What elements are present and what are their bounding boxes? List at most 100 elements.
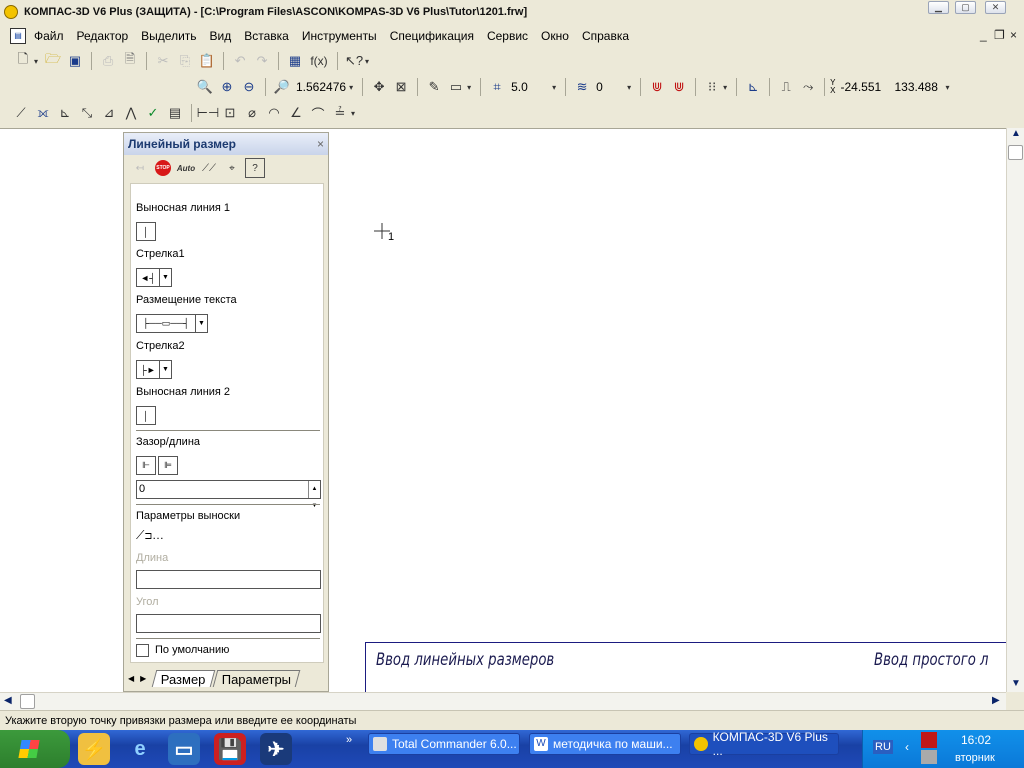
zoom-icon[interactable]: 🔍 bbox=[195, 77, 215, 97]
help-pointer-icon[interactable]: ↖? bbox=[344, 51, 364, 71]
style-dropdown-icon[interactable]: ▾ bbox=[467, 83, 471, 92]
ortho-icon[interactable]: ⎍ bbox=[776, 77, 796, 97]
grid-dropdown-icon[interactable]: ▾ bbox=[723, 83, 727, 92]
quicklaunch-more-icon[interactable]: » bbox=[346, 734, 352, 746]
vertical-scroll-thumb[interactable] bbox=[1008, 145, 1023, 160]
angle-input[interactable] bbox=[136, 614, 321, 633]
task-total-commander[interactable]: Total Commander 6.0... bbox=[368, 733, 520, 755]
diameter-dim-icon[interactable]: ⌀ bbox=[242, 103, 262, 123]
scroll-up-icon[interactable]: ▲ bbox=[1011, 128, 1021, 139]
calculator-icon[interactable]: ▦ bbox=[285, 51, 305, 71]
doc-restore-icon[interactable]: ❐ bbox=[994, 28, 1005, 42]
auto-create-icon[interactable]: Auto bbox=[176, 158, 196, 178]
floppy-save-icon[interactable]: 💾 bbox=[214, 733, 246, 765]
cut-icon[interactable]: ✂ bbox=[153, 51, 173, 71]
kaspersky-icon[interactable] bbox=[921, 732, 937, 748]
gap-spinner[interactable]: ▲ ▼ bbox=[308, 481, 320, 509]
stop-command-icon[interactable]: STOP bbox=[153, 158, 173, 178]
desktop-icon[interactable]: ▭ bbox=[168, 733, 200, 765]
layers-icon[interactable]: ≋ bbox=[572, 77, 592, 97]
close-icon[interactable]: ✕ bbox=[985, 1, 1006, 14]
measure-icon[interactable]: ⋀ bbox=[121, 103, 141, 123]
panel-close-icon[interactable]: × bbox=[317, 137, 324, 151]
menu-insert[interactable]: Вставка bbox=[244, 29, 289, 43]
print-icon[interactable]: ⎙ bbox=[98, 51, 118, 71]
menu-editor[interactable]: Редактор bbox=[77, 29, 129, 43]
length-input[interactable] bbox=[136, 570, 321, 589]
grid-step-icon[interactable]: ⌗ bbox=[487, 77, 507, 97]
layer-combo[interactable]: 0 bbox=[593, 78, 627, 96]
copy-icon[interactable]: ⎘ bbox=[175, 51, 195, 71]
length-mode-button[interactable]: ⊫ bbox=[158, 456, 178, 475]
linear-dim-icon[interactable]: ⊢⊣ bbox=[197, 103, 220, 123]
step-combo[interactable]: 5.0 bbox=[508, 78, 552, 96]
arrow2-dropdown-icon[interactable]: ▼ bbox=[159, 361, 171, 378]
help-dropdown-icon[interactable]: ▾ bbox=[365, 57, 369, 66]
tab-next-icon[interactable]: ▶ bbox=[140, 674, 146, 683]
scroll-right-icon[interactable]: ▶ bbox=[992, 695, 1000, 706]
text-placement-select[interactable]: ├──▭──┤ ▼ bbox=[136, 314, 208, 333]
panel-help-icon[interactable]: ? bbox=[245, 158, 265, 178]
menu-help[interactable]: Справка bbox=[582, 29, 629, 43]
menu-tools[interactable]: Инструменты bbox=[302, 29, 377, 43]
layer-dropdown-icon[interactable]: ▾ bbox=[627, 83, 631, 92]
new-dropdown-icon[interactable]: ▾ bbox=[34, 57, 38, 66]
spec-icon[interactable]: ▤ bbox=[165, 103, 185, 123]
coord-dropdown-icon[interactable]: ▾ bbox=[945, 83, 949, 92]
doc-close-icon[interactable]: × bbox=[1010, 28, 1017, 42]
internet-explorer-icon[interactable]: e bbox=[124, 733, 156, 765]
horizontal-scrollbar[interactable]: ◀ ▶ bbox=[0, 692, 1006, 710]
dim-text-icon[interactable]: ⟋⟋ bbox=[199, 158, 219, 178]
menu-specification[interactable]: Спецификация bbox=[390, 29, 474, 43]
zoom-in-icon[interactable]: ⊕ bbox=[217, 77, 237, 97]
tray-expand-icon[interactable]: ‹ bbox=[905, 740, 909, 754]
arrow2-select[interactable]: ├► ▼ bbox=[136, 360, 172, 379]
local-cs-icon[interactable]: ⊾ bbox=[743, 77, 763, 97]
pan-icon[interactable]: ✥ bbox=[369, 77, 389, 97]
dimensions-icon[interactable]: ⊾ bbox=[55, 103, 75, 123]
tab-dimension[interactable]: Размер bbox=[152, 669, 216, 687]
print-preview-icon[interactable]: 🗎 bbox=[120, 51, 140, 71]
task-kompas[interactable]: КОМПАС-3D V6 Plus ... bbox=[689, 730, 839, 758]
previous-object-icon[interactable]: ↤ bbox=[130, 158, 150, 178]
arrow1-dropdown-icon[interactable]: ▼ bbox=[159, 269, 171, 286]
scroll-left-icon[interactable]: ◀ bbox=[4, 695, 12, 706]
radial-dim-icon[interactable]: ◠ bbox=[264, 103, 284, 123]
select-icon[interactable]: ✓ bbox=[143, 103, 163, 123]
coord-x-field[interactable]: -24.551 bbox=[837, 78, 891, 96]
menu-view[interactable]: Вид bbox=[210, 29, 232, 43]
edit-icon[interactable]: ⤡ bbox=[77, 103, 97, 123]
height-dim-icon[interactable]: ≟ bbox=[330, 103, 350, 123]
open-folder-icon[interactable]: 🗁 bbox=[43, 51, 63, 71]
vertical-scrollbar[interactable]: ▲ ▼ bbox=[1006, 128, 1024, 692]
doc-minimize-icon[interactable]: _ bbox=[980, 28, 987, 42]
show-all-icon[interactable]: ⊠ bbox=[391, 77, 411, 97]
leader-shelf-icon[interactable]: ⟋⊐… bbox=[136, 528, 164, 543]
default-checkbox[interactable] bbox=[136, 644, 149, 657]
redo-icon[interactable]: ↷ bbox=[252, 51, 272, 71]
tab-prev-icon[interactable]: ◀ bbox=[128, 674, 134, 683]
zoom-scale-icon[interactable]: 🔎 bbox=[272, 77, 292, 97]
arrow1-select[interactable]: ◄┤ ▼ bbox=[136, 268, 172, 287]
network-icon[interactable] bbox=[921, 750, 937, 764]
line-style-icon[interactable]: ▭ bbox=[446, 77, 466, 97]
grid-icon[interactable]: ⁝⁝ bbox=[702, 77, 722, 97]
language-indicator[interactable]: RU bbox=[873, 740, 893, 754]
dim-dropdown-icon[interactable]: ▾ bbox=[351, 109, 355, 118]
gap-mode-button[interactable]: ⊩ bbox=[136, 456, 156, 475]
menu-window[interactable]: Окно bbox=[541, 29, 569, 43]
snap-magnet-icon[interactable]: ⋓ bbox=[647, 77, 667, 97]
parametrize-icon[interactable]: ⊿ bbox=[99, 103, 119, 123]
horizontal-scroll-thumb[interactable] bbox=[20, 694, 35, 709]
snap-point-icon[interactable]: ⌖ bbox=[222, 158, 242, 178]
tab-parameters[interactable]: Параметры bbox=[212, 669, 301, 687]
ext-line1-toggle[interactable]: │ bbox=[136, 222, 156, 241]
gap-value-input[interactable]: 0 ▲ ▼ bbox=[136, 480, 321, 509]
step-dropdown-icon[interactable]: ▾ bbox=[552, 83, 556, 92]
snap-magnet-local-icon[interactable]: ⋓ bbox=[669, 77, 689, 97]
zoom-out-icon[interactable]: ⊖ bbox=[239, 77, 259, 97]
undo-icon[interactable]: ↶ bbox=[230, 51, 250, 71]
task-word-document[interactable]: W методичка по маши... bbox=[529, 733, 681, 755]
angular-dim-icon[interactable]: ∠ bbox=[286, 103, 306, 123]
menu-file[interactable]: Файл bbox=[34, 29, 64, 43]
